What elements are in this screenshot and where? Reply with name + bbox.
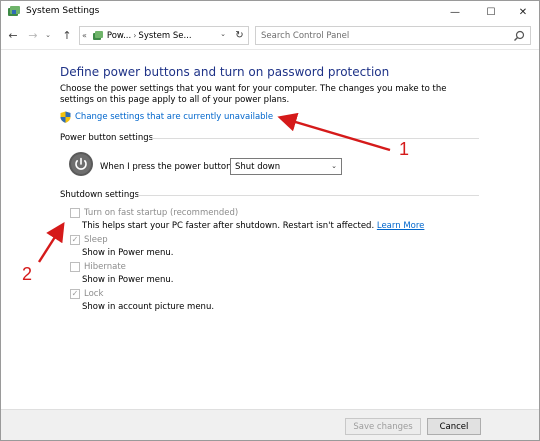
chevron-down-icon[interactable]: ⌄ xyxy=(220,30,226,38)
control-panel-icon xyxy=(8,6,20,16)
forward-button[interactable]: → xyxy=(25,27,41,43)
control-panel-icon xyxy=(92,30,103,40)
refresh-button[interactable]: ↻ xyxy=(231,26,249,45)
fast-startup-description: This helps start your PC faster after sh… xyxy=(82,221,424,231)
cancel-button[interactable]: Cancel xyxy=(427,418,481,435)
breadcrumb-system-settings[interactable]: System Se... xyxy=(138,31,191,41)
uac-shield-icon xyxy=(60,111,71,123)
hibernate-description: Show in Power menu. xyxy=(82,275,174,285)
fast-startup-label: Turn on fast startup (recommended) xyxy=(84,208,239,218)
save-changes-button[interactable]: Save changes xyxy=(345,418,421,435)
chevron-down-icon: ⌄ xyxy=(331,162,337,170)
minimize-button[interactable]: — xyxy=(437,1,473,23)
hibernate-label: Hibernate xyxy=(84,262,126,272)
divider xyxy=(138,195,479,196)
title-bar: System Settings — ☐ ✕ xyxy=(1,1,539,23)
breadcrumb-separator: › xyxy=(133,31,137,40)
annotation-callout-1: 1 xyxy=(399,139,410,159)
system-settings-window: System Settings — ☐ ✕ ← → ⌄ ↑ « Pow... ›… xyxy=(0,0,540,441)
search-input[interactable]: Search Control Panel xyxy=(255,26,531,45)
change-settings-link[interactable]: Change settings that are currently unava… xyxy=(60,111,273,123)
power-icon xyxy=(69,152,93,176)
page-description: Choose the power settings that you want … xyxy=(60,84,447,105)
divider xyxy=(1,49,539,50)
lock-checkbox[interactable]: ✓ xyxy=(70,289,80,299)
fast-startup-checkbox[interactable] xyxy=(70,208,80,218)
fast-startup-description-text: This helps start your PC faster after sh… xyxy=(82,221,377,231)
hibernate-checkbox[interactable] xyxy=(70,262,80,272)
divider xyxy=(151,138,479,139)
power-button-action-select[interactable]: Shut down ⌄ xyxy=(230,158,342,175)
learn-more-link[interactable]: Learn More xyxy=(377,221,425,231)
hibernate-option[interactable]: Hibernate xyxy=(70,262,126,272)
maximize-button[interactable]: ☐ xyxy=(473,1,509,23)
sleep-description: Show in Power menu. xyxy=(82,248,174,258)
sleep-option[interactable]: ✓ Sleep xyxy=(70,235,108,245)
power-button-label: When I press the power button: xyxy=(100,162,235,172)
lock-description: Show in account picture menu. xyxy=(82,302,215,312)
sleep-checkbox[interactable]: ✓ xyxy=(70,235,80,245)
lock-label: Lock xyxy=(84,289,104,299)
back-button[interactable]: ← xyxy=(5,27,21,43)
breadcrumb-overflow[interactable]: « xyxy=(82,31,87,40)
shutdown-settings-heading: Shutdown settings xyxy=(60,190,140,200)
window-title: System Settings xyxy=(26,6,100,16)
recent-locations-button[interactable]: ⌄ xyxy=(43,27,53,43)
annotation-callout-2: 2 xyxy=(22,264,33,284)
address-bar[interactable]: « Pow... › System Se... ⌄ xyxy=(79,26,249,45)
fast-startup-option[interactable]: Turn on fast startup (recommended) xyxy=(70,208,238,218)
sleep-label: Sleep xyxy=(84,235,108,245)
power-button-action-value: Shut down xyxy=(235,161,281,172)
page-title: Define power buttons and turn on passwor… xyxy=(60,65,390,79)
breadcrumb-power-options[interactable]: Pow... xyxy=(107,31,131,41)
change-settings-link-text[interactable]: Change settings that are currently unava… xyxy=(75,112,273,122)
navigation-bar: ← → ⌄ ↑ « Pow... › System Se... ⌄ ↻ Sear… xyxy=(1,23,539,49)
search-placeholder: Search Control Panel xyxy=(261,30,350,41)
up-button[interactable]: ↑ xyxy=(59,27,75,43)
search-icon[interactable] xyxy=(513,30,525,42)
power-button-settings-heading: Power button settings xyxy=(60,133,154,143)
close-button[interactable]: ✕ xyxy=(505,1,540,23)
lock-option[interactable]: ✓ Lock xyxy=(70,289,103,299)
footer-bar: Save changes Cancel xyxy=(1,409,539,440)
